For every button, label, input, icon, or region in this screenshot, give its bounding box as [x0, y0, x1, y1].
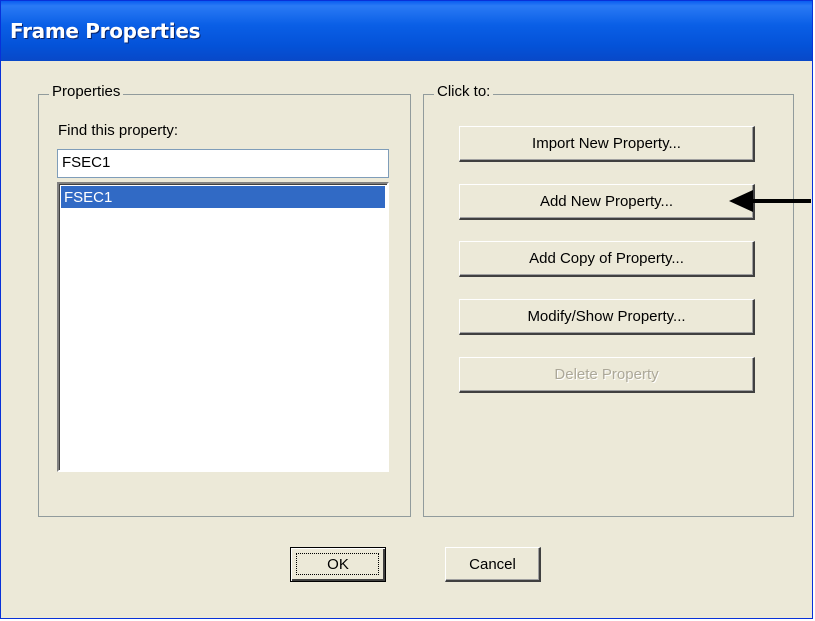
- actions-group-legend: Click to:: [434, 83, 494, 100]
- properties-group-legend: Properties: [49, 83, 124, 100]
- title-bar[interactable]: Frame Properties: [1, 1, 812, 61]
- cancel-button[interactable]: Cancel: [445, 547, 541, 582]
- add-copy-of-property-button[interactable]: Add Copy of Property...: [459, 241, 755, 277]
- property-listbox[interactable]: FSEC1: [57, 182, 389, 472]
- list-item[interactable]: FSEC1: [61, 186, 385, 208]
- import-new-property-button[interactable]: Import New Property...: [459, 126, 755, 162]
- import-new-property-label: Import New Property...: [532, 135, 681, 152]
- focus-indicator: [296, 553, 379, 575]
- window-title: Frame Properties: [10, 19, 201, 43]
- delete-property-label: Delete Property: [554, 366, 659, 383]
- left-arrow-icon: [729, 190, 811, 212]
- ok-button[interactable]: OK: [290, 547, 386, 582]
- delete-property-button[interactable]: Delete Property: [459, 357, 755, 393]
- add-new-property-button[interactable]: Add New Property...: [459, 184, 755, 220]
- modify-show-property-button[interactable]: Modify/Show Property...: [459, 299, 755, 335]
- find-property-label: Find this property:: [58, 122, 179, 139]
- frame-properties-dialog: Frame Properties Properties Find this pr…: [0, 0, 813, 619]
- modify-show-property-label: Modify/Show Property...: [527, 308, 686, 325]
- add-new-property-label: Add New Property...: [539, 193, 674, 210]
- cancel-label: Cancel: [469, 556, 516, 573]
- find-property-input[interactable]: FSEC1: [57, 149, 389, 178]
- add-copy-of-property-label: Add Copy of Property...: [529, 250, 684, 267]
